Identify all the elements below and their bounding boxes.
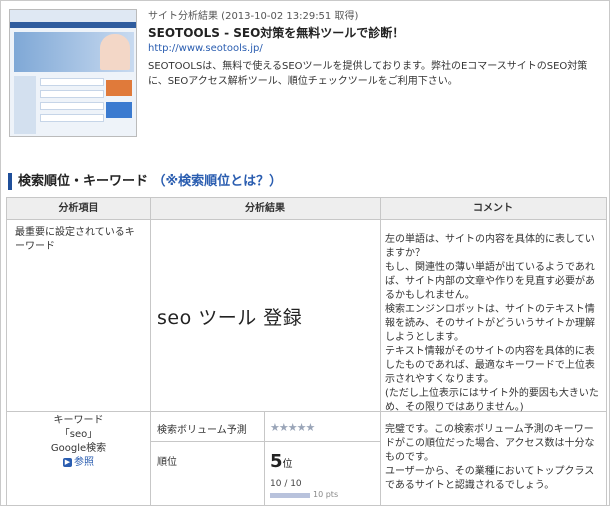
thumb-row [40,114,104,122]
section-title: 検索順位・キーワード [18,174,149,189]
analysis-meta: サイト分析結果 (2013-10-02 13:29:51 取得) [148,11,359,22]
thumb-row [40,102,104,110]
rank-label: 順位 [157,457,177,468]
thumb-sidebar [14,76,36,134]
header-comment: コメント [380,198,606,220]
arrow-circle-icon: ▶ [63,457,72,467]
reference-link[interactable]: 参照 [74,457,94,468]
comment-line: 完璧です。この検索ボリューム予測のキーワードがこの順位だった場合、アクセス数は十… [385,424,595,463]
thumb-figure [100,34,130,70]
rank-score: 10 / 10 [270,479,302,489]
points-label: 10 pts [313,490,339,499]
main-keyword-comment: 左の単語は、サイトの内容を具体的に表していますか？ もし、関連性の薄い単語が出て… [385,233,603,415]
thumb-ad [106,80,132,96]
keyword-cell: キーワード 「seo」 Google検索 ▶ 参照 [7,414,150,470]
comment-line: 検索エンジンロボットは、サイトのテキスト情報を読み、そのサイトがどういうサイトか… [385,304,595,343]
volume-rating-stars: ★★★★★ [270,421,315,434]
header-analysis-result: 分析結果 [150,198,380,220]
comment-line: 左の単語は、サイトの内容を具体的に表していますか？ [385,234,595,259]
keyword-label: キーワード [53,415,104,426]
thumb-nav [10,22,136,28]
rank-value: 5位 [270,451,293,472]
site-thumbnail[interactable] [9,9,137,137]
search-engine-label: Google検索 [50,443,107,454]
analysis-table: 分析項目 分析結果 コメント 最重要に設定されているキーワード seo ツール … [6,197,607,506]
thumb-ad [106,102,132,118]
comment-line: テキスト情報がそのサイトの内容を具体的に表したものであれば、最適なキーワードで上… [385,346,595,385]
column-divider [380,198,381,506]
section-help-link[interactable]: （※検索順位とは？） [153,174,283,189]
row-label-main-keyword: 最重要に設定されているキーワード [15,227,135,252]
site-description: SEOTOOLSは、無料で使えるSEOツールを提供しております。弊社のEコマース… [148,61,588,87]
comment-line: もし、関連性の薄い単語が出ているようであれば、サイト内部の文章や作りを見直す必要… [385,262,595,301]
rank-number: 5 [270,451,283,472]
points-bar [270,493,310,498]
site-url-link[interactable]: http://www.seotools.jp/ [148,43,263,54]
rank-unit: 位 [282,459,293,470]
thumb-topbar [10,10,136,22]
volume-label: 検索ボリューム予測 [157,425,247,436]
thumb-row [40,78,104,86]
sub-row-divider [150,441,380,442]
sub-column-divider [264,411,265,506]
site-title: SEOTOOLS - SEO対策を無料ツールで診断！ [148,26,405,40]
keyword-value: 「seo」 [59,429,98,440]
rank-comment: 完璧です。この検索ボリューム予測のキーワードがこの順位だった場合、アクセス数は十… [385,423,603,493]
comment-line: ユーザーから、その業種においてトップクラスであるサイトと認識されるでしょう。 [385,466,595,491]
thumb-row [40,90,104,98]
column-divider [150,198,151,506]
header-analysis-item: 分析項目 [7,198,150,220]
main-keyword-value: seo ツール 登録 [157,307,303,329]
section-heading: 検索順位・キーワード （※検索順位とは？） [8,173,282,190]
comment-line: (ただし上位表示にはサイト外的要因も大きいため、その限りではありません。) [385,388,599,413]
